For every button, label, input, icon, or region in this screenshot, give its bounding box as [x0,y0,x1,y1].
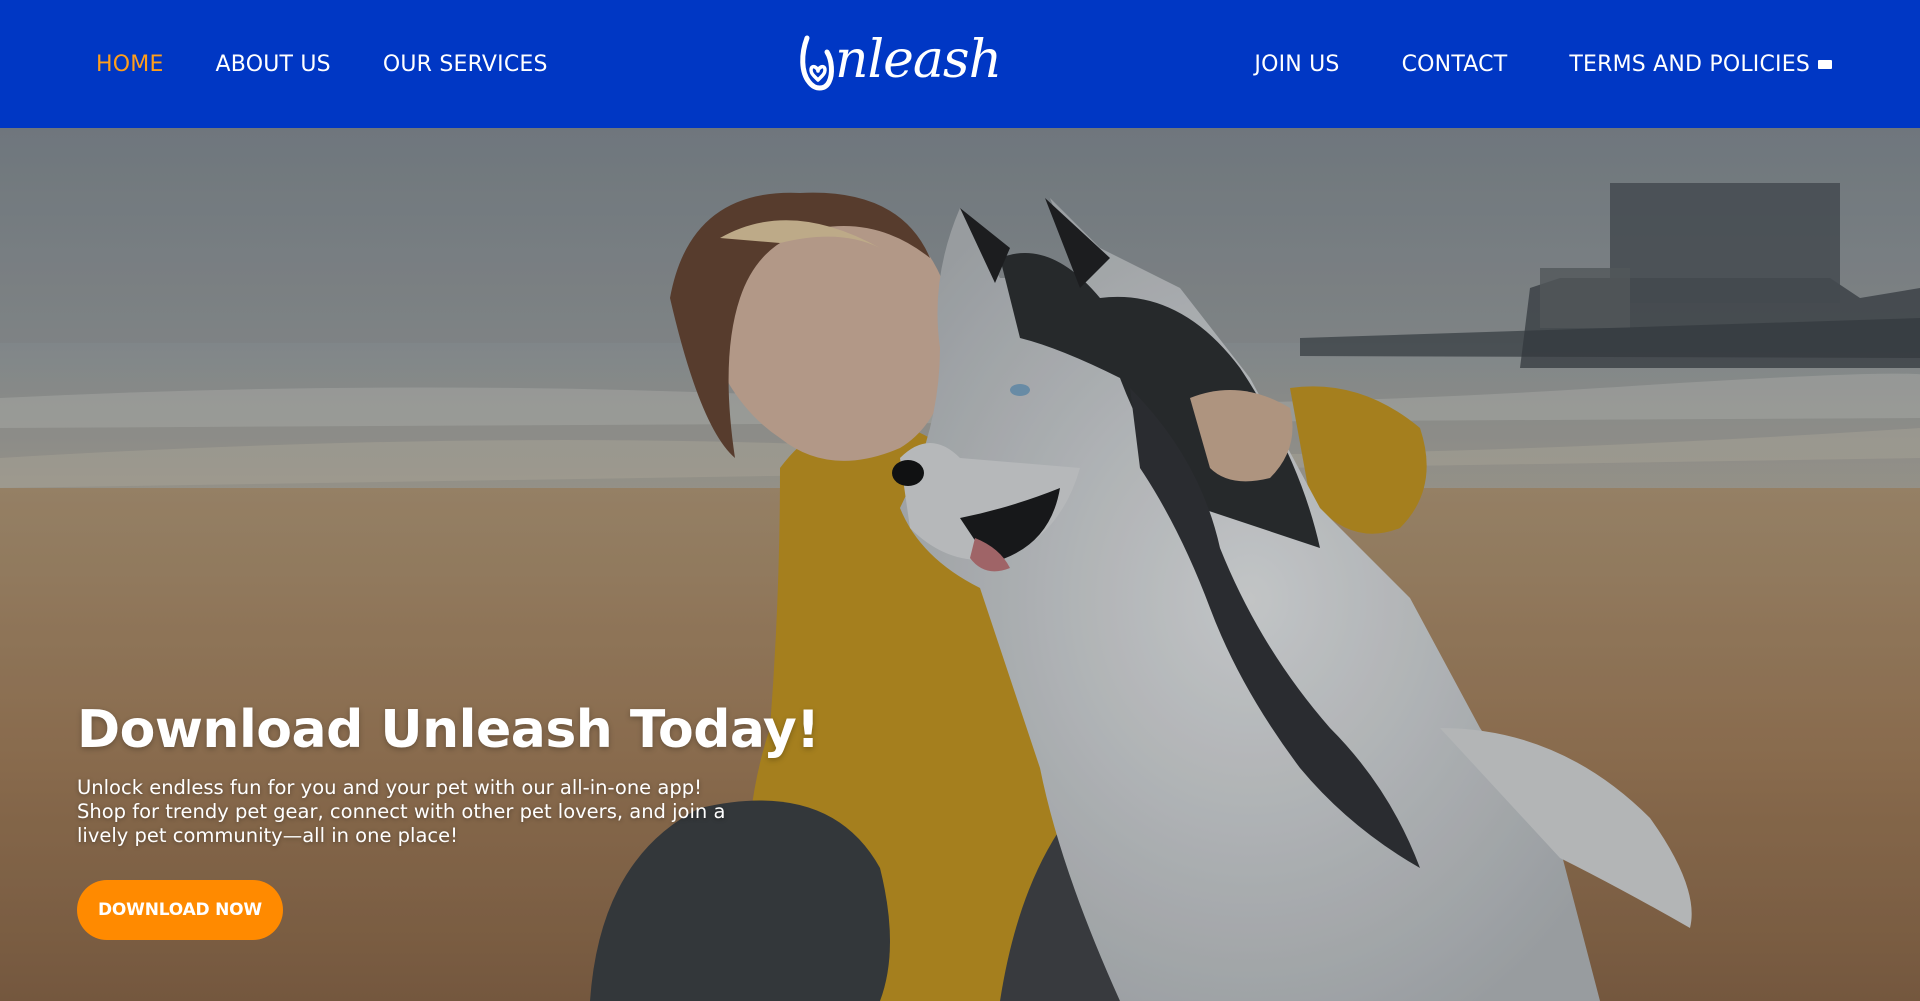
hero-content: Download Unleash Today! Unlock endless f… [77,700,837,940]
nav-contact-link[interactable]: CONTACT [1402,52,1508,77]
hero-section: Download Unleash Today! Unlock endless f… [0,128,1920,1001]
flag-icon [1818,59,1832,69]
hero-description: Unlock endless fun for you and your pet … [77,776,726,847]
logo-wordmark: nleash [835,30,1002,90]
nav-home-link[interactable]: HOME [96,52,164,77]
nav-terms-label: TERMS AND POLICIES [1569,51,1810,77]
top-navbar: HOME ABOUT US OUR SERVICES nleash JOIN U… [0,0,1920,128]
nav-join-us-link[interactable]: JOIN US [1254,52,1339,77]
nav-about-us-link[interactable]: ABOUT US [216,52,331,77]
right-nav: JOIN US CONTACT TERMS AND POLICIES [1192,0,1832,128]
download-now-button[interactable]: DOWNLOAD NOW [77,880,283,940]
nav-terms-and-policies-link[interactable]: TERMS AND POLICIES [1569,52,1832,77]
left-nav: HOME ABOUT US OUR SERVICES [96,0,600,128]
hero-title: Download Unleash Today! [77,700,820,760]
unleash-logo[interactable]: nleash [797,26,1003,94]
nav-our-services-link[interactable]: OUR SERVICES [383,52,548,77]
